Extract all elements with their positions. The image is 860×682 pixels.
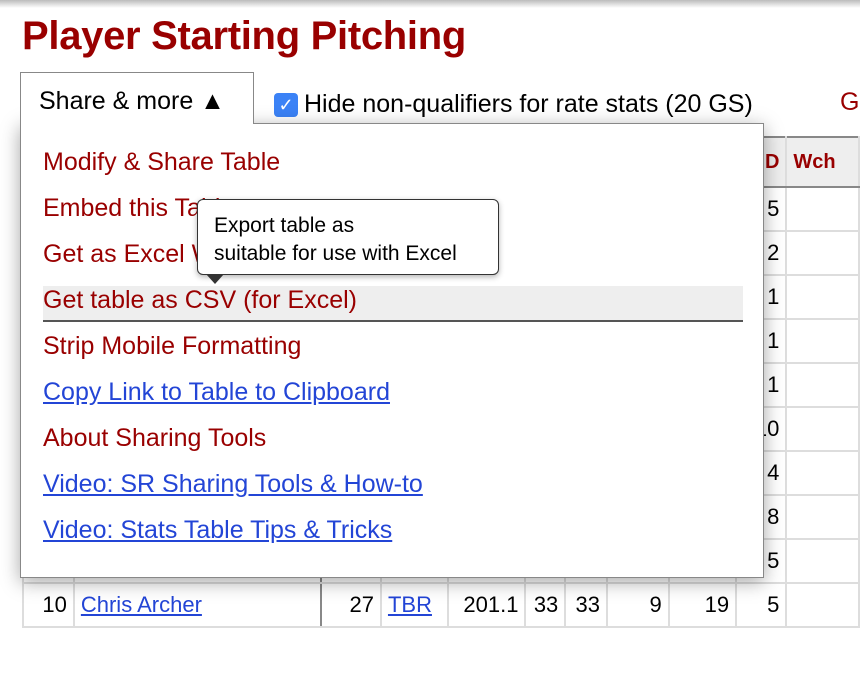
glossary-link[interactable]: G [840, 88, 859, 117]
stat-cell: 33 [564, 582, 608, 628]
team-cell: TBR [379, 582, 450, 628]
checkbox-checked-icon[interactable]: ✓ [274, 92, 298, 117]
wch-cell [785, 318, 860, 364]
wch-cell [785, 230, 860, 276]
wch-cell [785, 186, 860, 232]
menu-item[interactable]: Copy Link to Table to Clipboard [43, 378, 390, 407]
rank-cell: 10 [22, 582, 75, 628]
hide-nonqualifiers-label: Hide non-qualifiers for rate stats (20 G… [304, 90, 753, 118]
tooltip: Export table as suitable for use with Ex… [197, 199, 499, 284]
ip-cell: 201.1 [447, 582, 527, 628]
tooltip-line1: Export table as [214, 214, 355, 237]
menu-item[interactable]: Video: SR Sharing Tools & How-to [43, 470, 423, 499]
nd-cell: 5 [735, 582, 788, 628]
menu-item[interactable]: Video: Stats Table Tips & Tricks [43, 516, 392, 545]
wch-cell [785, 406, 860, 452]
name-cell: Chris Archer [72, 582, 322, 628]
top-shadow [0, 0, 860, 8]
wch-cell [785, 582, 860, 628]
menu-item[interactable]: Modify & Share Table [43, 148, 280, 177]
player-link[interactable]: Chris Archer [81, 592, 202, 617]
tooltip-line2: suitable for use with Excel [214, 242, 457, 265]
stat-cell: 33 [524, 582, 567, 628]
wch-cell [785, 538, 860, 584]
table-row: 10 Chris Archer 27 TBR 201.1 33 33 9 19 … [22, 582, 860, 628]
age-cell: 27 [319, 582, 382, 628]
team-link[interactable]: TBR [388, 592, 432, 617]
wch-cell [785, 450, 860, 496]
page-title: Player Starting Pitching [22, 14, 467, 58]
wch-cell [785, 274, 860, 320]
share-menu: Modify & Share Table Embed this Table Get … [20, 123, 764, 578]
menu-item[interactable]: Get table as CSV (for Excel) [43, 286, 743, 322]
wch-cell [785, 362, 860, 408]
col-wch[interactable]: Wch [785, 136, 860, 188]
menu-item[interactable]: About Sharing Tools [43, 424, 266, 453]
share-more-button[interactable]: Share & more ▲ [20, 72, 254, 124]
stat-cell: 9 [606, 582, 670, 628]
menu-item[interactable]: Strip Mobile Formatting [43, 332, 301, 361]
wch-cell [785, 494, 860, 540]
hide-nonqualifiers-toggle[interactable]: ✓ Hide non-qualifiers for rate stats (20… [274, 90, 753, 119]
stat-cell: 19 [667, 582, 738, 628]
